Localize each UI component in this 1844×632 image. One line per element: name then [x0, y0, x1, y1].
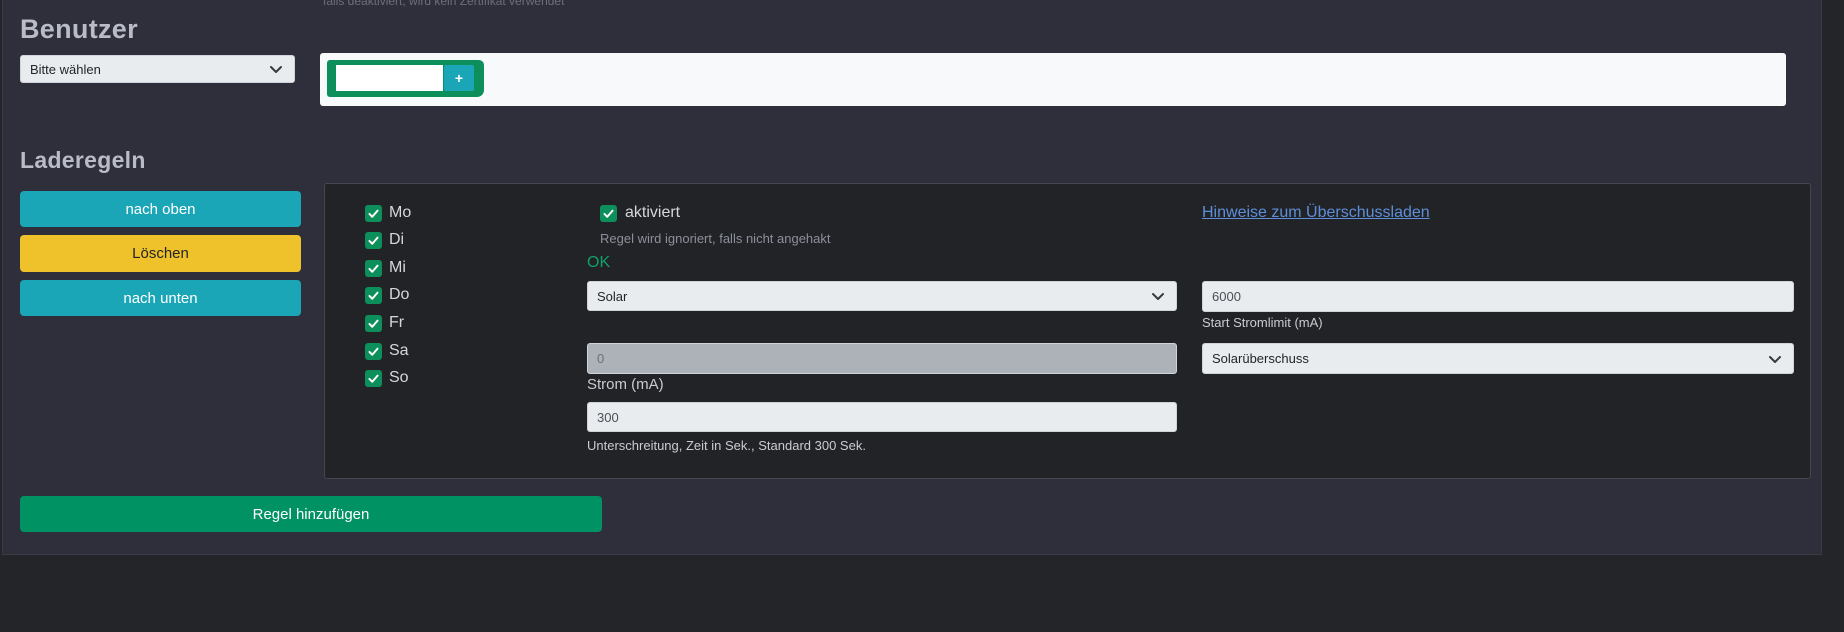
- current-input: 0: [587, 343, 1177, 374]
- source-select-value: Solar: [597, 288, 628, 304]
- activated-label: aktiviert: [625, 204, 681, 221]
- check-icon: [368, 347, 379, 356]
- activated-help: Regel wird ignoriert, falls nicht angeha…: [600, 231, 831, 246]
- day-label: So: [389, 369, 409, 386]
- checkbox[interactable]: [600, 204, 617, 222]
- day-checkbox-do[interactable]: Do: [365, 286, 409, 304]
- day-label: Sa: [389, 342, 409, 359]
- day-checkbox-mi[interactable]: Mi: [365, 259, 406, 277]
- day-checkbox-so[interactable]: So: [365, 369, 409, 387]
- day-label: Mo: [389, 204, 412, 221]
- day-checkbox-mo[interactable]: Mo: [365, 204, 411, 222]
- user-tag-input[interactable]: [336, 65, 443, 91]
- check-icon: [368, 209, 379, 218]
- certificate-note: falls deaktiviert, wird kein Zertifikat …: [323, 0, 565, 8]
- add-user-button[interactable]: +: [444, 65, 474, 91]
- settings-panel: falls deaktiviert, wird kein Zertifikat …: [2, 0, 1822, 555]
- chevron-down-icon: [1769, 355, 1781, 363]
- check-icon: [368, 264, 379, 273]
- day-label: Di: [389, 231, 405, 248]
- move-up-button[interactable]: nach oben: [20, 191, 301, 227]
- undershoot-label: Unterschreitung, Zeit in Sek., Standard …: [587, 438, 866, 453]
- user-tag: +: [327, 60, 484, 97]
- checkbox[interactable]: [365, 369, 382, 387]
- status-ok: OK: [587, 254, 611, 271]
- checkbox[interactable]: [365, 314, 382, 332]
- checkbox[interactable]: [365, 286, 382, 304]
- checkbox[interactable]: [365, 259, 382, 277]
- user-select-value: Bitte wählen: [30, 61, 101, 77]
- mode-select-value: Solarüberschuss: [1212, 351, 1309, 366]
- check-icon: [368, 236, 379, 245]
- check-icon: [368, 319, 379, 328]
- day-checkbox-sa[interactable]: Sa: [365, 342, 409, 360]
- check-icon: [603, 209, 614, 218]
- day-checkbox-fr[interactable]: Fr: [365, 314, 404, 332]
- chevron-down-icon: [1152, 293, 1164, 300]
- user-select[interactable]: Bitte wählen: [20, 55, 295, 83]
- checkbox[interactable]: [365, 231, 382, 249]
- day-label: Do: [389, 286, 410, 303]
- undershoot-input[interactable]: 300: [587, 402, 1177, 432]
- surplus-help-link[interactable]: Hinweise zum Überschussladen: [1202, 204, 1430, 222]
- checkbox[interactable]: [365, 204, 382, 222]
- checkbox[interactable]: [365, 342, 382, 360]
- users-title: Benutzer: [20, 14, 138, 44]
- user-tags-box: +: [320, 53, 1786, 106]
- charge-rule: Mo Di Mi Do Fr Sa So aktiviert Regel wir…: [324, 183, 1811, 479]
- source-select[interactable]: Solar: [587, 281, 1177, 311]
- delete-button[interactable]: Löschen: [20, 235, 301, 272]
- day-checkbox-di[interactable]: Di: [365, 231, 404, 249]
- add-rule-button[interactable]: Regel hinzufügen: [20, 496, 602, 532]
- chevron-down-icon: [270, 66, 282, 73]
- move-down-button[interactable]: nach unten: [20, 280, 301, 316]
- start-limit-label: Start Stromlimit (mA): [1202, 315, 1323, 330]
- current-label: Strom (mA): [587, 376, 664, 393]
- day-label: Mi: [389, 259, 406, 276]
- check-icon: [368, 291, 379, 300]
- activated-checkbox[interactable]: aktiviert: [600, 204, 680, 222]
- rules-title: Laderegeln: [20, 147, 146, 173]
- day-label: Fr: [389, 314, 405, 331]
- mode-select[interactable]: Solarüberschuss: [1202, 343, 1794, 374]
- check-icon: [368, 374, 379, 383]
- start-limit-input[interactable]: 6000: [1202, 281, 1794, 312]
